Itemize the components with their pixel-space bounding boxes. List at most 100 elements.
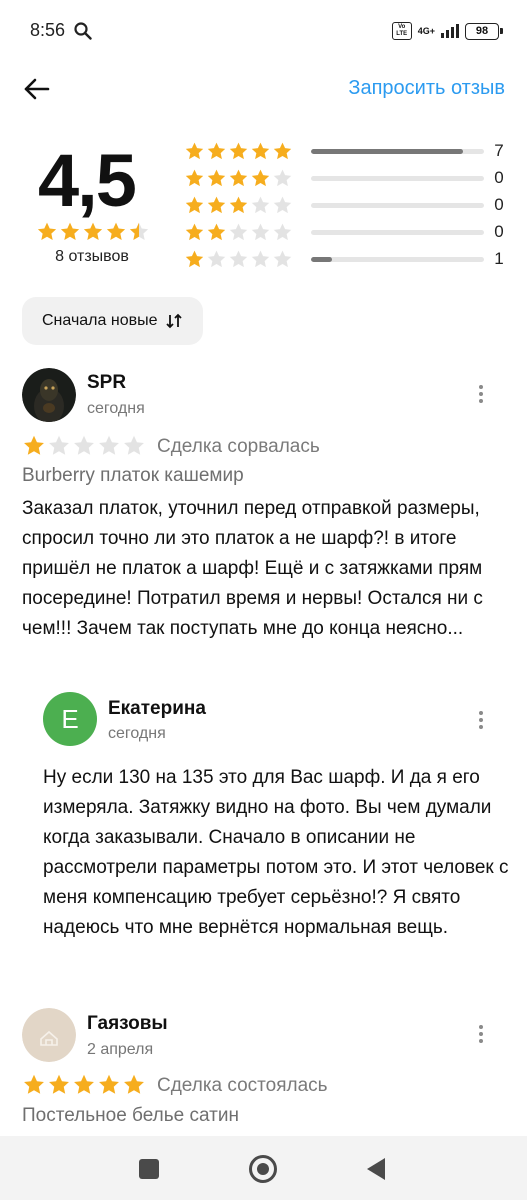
star-icon bbox=[49, 435, 69, 455]
distribution-bar bbox=[311, 203, 484, 208]
star-icon bbox=[24, 1074, 44, 1094]
distribution-row-1: 1 bbox=[184, 248, 514, 270]
review-date: сегодня bbox=[87, 400, 145, 417]
star-icon bbox=[185, 142, 204, 159]
star-icon bbox=[207, 169, 226, 186]
star-icon bbox=[83, 222, 103, 240]
star-icon bbox=[229, 169, 248, 186]
signal-icon bbox=[441, 24, 459, 38]
star-icon bbox=[251, 196, 270, 213]
distribution-bar-fill bbox=[311, 257, 332, 262]
review-stars bbox=[22, 434, 146, 458]
distribution-stars bbox=[184, 249, 296, 270]
review-stars bbox=[22, 1073, 146, 1097]
star-icon bbox=[273, 250, 292, 267]
star-icon bbox=[251, 223, 270, 240]
distribution-bar bbox=[311, 176, 484, 181]
system-back-button[interactable] bbox=[367, 1158, 385, 1180]
star-icon bbox=[37, 222, 57, 240]
star-icon bbox=[273, 223, 292, 240]
star-icon bbox=[185, 196, 204, 213]
star-icon bbox=[251, 142, 270, 159]
star-icon bbox=[99, 1074, 119, 1094]
review-card: SPR сегодня Сделка сорвалась Burberry пл… bbox=[0, 366, 527, 986]
reply-author-name: Екатерина bbox=[108, 698, 206, 719]
star-icon bbox=[273, 169, 292, 186]
reply-date: сегодня bbox=[108, 725, 166, 742]
avatar[interactable] bbox=[22, 1008, 76, 1062]
avatar[interactable] bbox=[22, 368, 76, 422]
star-icon bbox=[273, 196, 292, 213]
star-icon bbox=[124, 435, 144, 455]
more-vertical-icon[interactable] bbox=[471, 1020, 491, 1048]
distribution-bar-fill bbox=[311, 149, 464, 154]
product-name[interactable]: Постельное белье сатин bbox=[22, 1105, 239, 1127]
star-icon bbox=[129, 222, 149, 240]
distribution-row-2: 0 bbox=[184, 221, 514, 243]
average-rating: 4,5 bbox=[38, 139, 137, 222]
deal-status: Сделка сорвалась bbox=[157, 436, 320, 457]
status-bar: 8:56 Vo LTE 4G+ 98 bbox=[0, 0, 527, 62]
star-icon bbox=[207, 196, 226, 213]
more-vertical-icon[interactable] bbox=[471, 380, 491, 408]
star-icon bbox=[74, 435, 94, 455]
star-icon bbox=[185, 223, 204, 240]
star-icon bbox=[24, 435, 44, 455]
distribution-bar bbox=[311, 149, 484, 154]
star-icon bbox=[207, 223, 226, 240]
star-icon bbox=[99, 435, 119, 455]
review-date: 2 апреля bbox=[87, 1041, 154, 1058]
star-icon bbox=[251, 250, 270, 267]
distribution-count: 0 bbox=[494, 168, 504, 187]
star-icon bbox=[185, 250, 204, 267]
reviewer-name[interactable]: SPR bbox=[87, 372, 126, 394]
star-icon bbox=[49, 1074, 69, 1094]
arrow-left-icon[interactable] bbox=[20, 74, 52, 104]
more-vertical-icon[interactable] bbox=[471, 706, 491, 734]
rating-summary: 4,5 8 отзывов 7 0 0 0 1 bbox=[0, 135, 527, 275]
search-icon bbox=[74, 22, 92, 40]
star-icon bbox=[229, 250, 248, 267]
distribution-stars bbox=[184, 141, 296, 162]
sort-arrows-icon bbox=[166, 313, 183, 329]
distribution-row-5: 7 bbox=[184, 140, 514, 162]
distribution-bar bbox=[311, 257, 484, 262]
distribution-count: 7 bbox=[494, 141, 504, 160]
star-icon bbox=[207, 142, 226, 159]
request-review-link[interactable]: Запросить отзыв bbox=[348, 77, 505, 100]
star-icon bbox=[124, 1074, 144, 1094]
reply-avatar: Е bbox=[43, 692, 97, 746]
network-type: 4G+ bbox=[417, 25, 435, 36]
status-time: 8:56 bbox=[30, 20, 66, 40]
star-icon bbox=[74, 1074, 94, 1094]
system-nav-bar bbox=[0, 1136, 527, 1200]
review-count: 8 отзывов bbox=[55, 248, 129, 265]
distribution-count: 0 bbox=[494, 222, 504, 241]
star-icon bbox=[229, 223, 248, 240]
battery-icon: 98 bbox=[465, 22, 503, 40]
distribution-count: 0 bbox=[494, 195, 504, 214]
product-name[interactable]: Burberry платок кашемир bbox=[22, 465, 244, 487]
star-icon bbox=[251, 169, 270, 186]
status-indicators: Vo LTE 4G+ 98 bbox=[391, 22, 503, 40]
star-icon bbox=[106, 222, 126, 240]
star-icon bbox=[273, 142, 292, 159]
reviewer-name[interactable]: Гаязовы bbox=[87, 1013, 168, 1035]
distribution-row-3: 0 bbox=[184, 194, 514, 216]
distribution-stars bbox=[184, 222, 296, 243]
deal-status: Сделка состоялась bbox=[157, 1075, 328, 1096]
review-card: Гаязовы 2 апреля Сделка состоялась Посте… bbox=[0, 1006, 527, 1136]
star-icon bbox=[229, 196, 248, 213]
recent-apps-button[interactable] bbox=[139, 1159, 159, 1179]
star-icon bbox=[60, 222, 80, 240]
reply-text: Ну если 130 на 135 это для Вас шарф. И д… bbox=[43, 767, 509, 938]
distribution-count: 1 bbox=[494, 249, 504, 268]
app-header: Запросить отзыв bbox=[0, 62, 527, 116]
review-text: Заказал платок, уточнил перед отправкой … bbox=[22, 498, 483, 639]
distribution-stars bbox=[184, 195, 296, 216]
volte-icon: Vo LTE bbox=[391, 22, 412, 40]
sort-button[interactable]: Сначала новые bbox=[22, 297, 204, 345]
sort-label: Сначала новые bbox=[42, 312, 158, 329]
home-button[interactable] bbox=[249, 1155, 277, 1183]
distribution-stars bbox=[184, 168, 296, 189]
